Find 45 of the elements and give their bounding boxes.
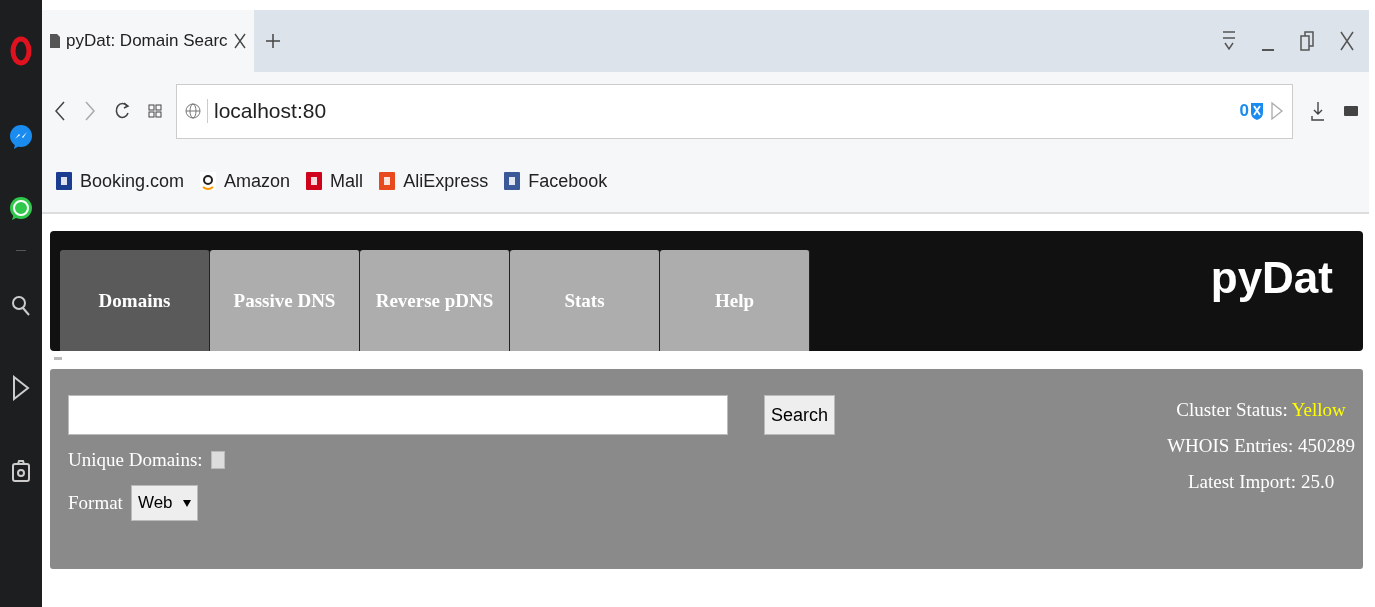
reload-icon[interactable] [114,101,130,121]
address-bar[interactable]: localhost:80 0 [176,83,1293,139]
nav-tab[interactable]: Domains [60,250,210,351]
globe-icon [185,103,201,119]
new-tab-button[interactable] [265,34,280,48]
bookmark[interactable]: Facebook [504,170,608,192]
grid-icon[interactable] [148,104,162,118]
bookmark[interactable]: Mall [306,170,364,192]
shield-icon[interactable] [1250,101,1264,121]
whois-entries-text: WHOIS Entries: 450289 [1167,435,1355,457]
close-tab-icon[interactable] [233,33,246,49]
download-icon[interactable] [1311,100,1325,122]
back-icon[interactable] [54,100,66,122]
bookmark[interactable]: AliExpress [379,170,489,192]
bookmark-favicon-icon [379,170,396,192]
bookmark-favicon-icon [306,170,323,192]
logo: pyDat [1210,253,1333,303]
search-field[interactable] [68,395,728,435]
checkbox[interactable] [210,451,225,469]
search-button[interactable]: Search [764,395,836,435]
bookmark-favicon-icon [56,170,72,192]
bookmark-favicon-icon [504,170,521,192]
browser-tab[interactable]: pyDat: Domain Searc [42,10,254,72]
snapshot-icon[interactable] [1343,104,1359,118]
url-text: localhost:80 [214,99,328,123]
format-dropdown[interactable]: Web [130,485,198,521]
block-count: 0 [1239,101,1249,121]
format-label: Format [68,492,123,514]
latest-import-text: Latest Import: 25.0 [1187,471,1335,493]
close-icon[interactable] [1339,30,1355,52]
search-icon[interactable] [11,295,31,317]
bookmark-favicon-icon [200,170,217,192]
unique-domains-label: Unique Domains: [68,449,203,471]
menu-icon[interactable] [1221,30,1237,52]
send-icon[interactable] [11,375,31,401]
phone-bubble-icon[interactable] [9,196,33,222]
bookmark[interactable]: Booking.com [56,170,185,192]
camera-icon[interactable] [11,459,31,483]
document-icon [50,34,60,48]
bookmark[interactable]: Amazon [200,170,291,192]
ring-icon[interactable] [10,36,32,66]
caret-icon [182,499,191,507]
cluster-status-text: Cluster Status: Yellow [1176,399,1346,421]
chat-bubble-icon[interactable] [9,124,33,150]
restore-icon[interactable] [1299,30,1315,52]
